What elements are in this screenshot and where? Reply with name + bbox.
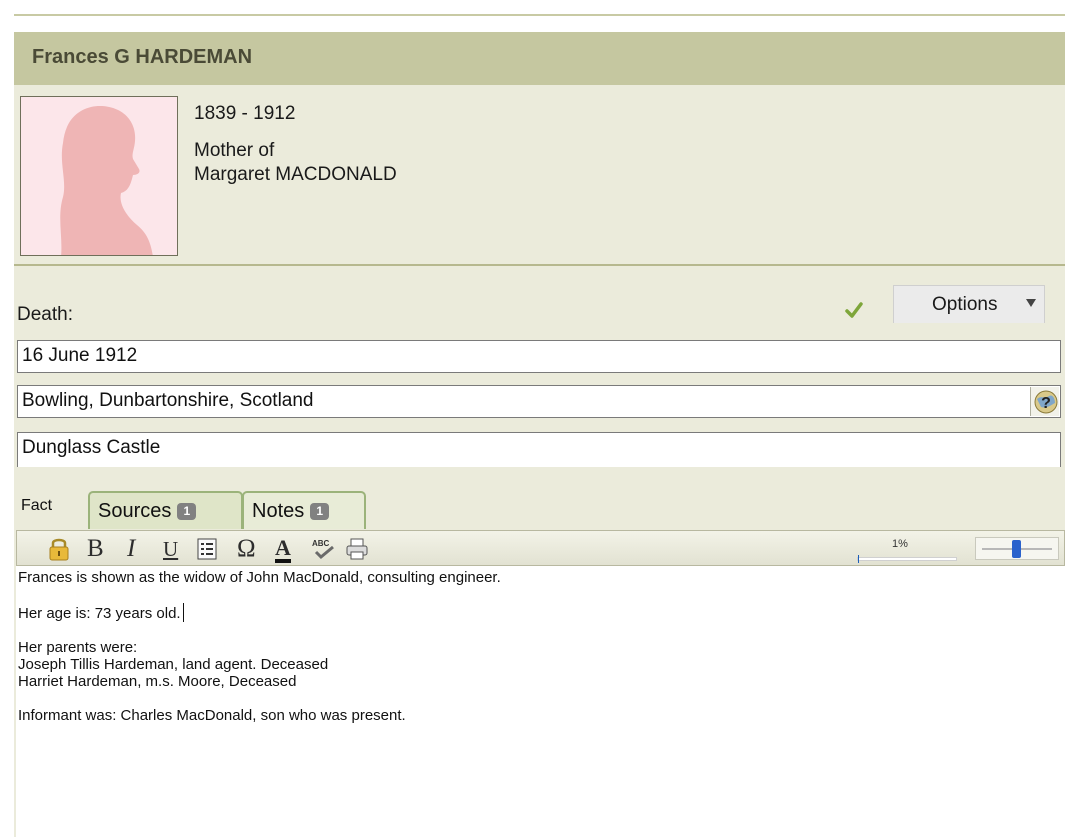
print-button[interactable]: [345, 536, 369, 562]
options-button[interactable]: Options: [893, 285, 1045, 323]
tab-fact[interactable]: Fact: [21, 497, 52, 515]
chevron-down-icon: [1026, 299, 1036, 307]
tab-notes[interactable]: Notes 1: [242, 491, 366, 529]
note-line: Joseph Tillis Hardeman, land agent. Dece…: [18, 656, 329, 673]
notes-editor[interactable]: Frances is shown as the widow of John Ma…: [16, 566, 1065, 837]
fact-place-value: Bowling, Dunbartonshire, Scotland: [22, 390, 314, 411]
zoom-progress-bar: [857, 555, 957, 563]
fact-place-field[interactable]: Bowling, Dunbartonshire, Scotland ?: [17, 385, 1061, 418]
note-line: Harriet Hardeman, m.s. Moore, Deceased: [18, 673, 297, 690]
spellcheck-icon: ABC: [312, 539, 334, 560]
spellcheck-button[interactable]: ABC: [311, 536, 337, 562]
person-photo-placeholder[interactable]: [20, 96, 178, 256]
female-silhouette-icon: [60, 106, 153, 255]
relation-person-link[interactable]: Margaret MACDONALD: [194, 163, 397, 187]
zoom-percentage: 1%: [892, 538, 908, 550]
fact-panel: Death: Options 16 June 1912 Bowling, Dun…: [14, 266, 1065, 837]
lock-button[interactable]: [47, 536, 71, 562]
font-color-button[interactable]: A: [275, 536, 291, 563]
person-info: 1839 - 1912 Mother of Margaret MACDONALD: [194, 102, 397, 187]
italic-button[interactable]: I: [127, 535, 135, 562]
fact-type-label: Death:: [17, 304, 73, 325]
formatting-toolbar: B I U Ω A ABC 1%: [16, 530, 1065, 566]
place-lookup-icon: ?: [1034, 390, 1058, 414]
top-divider: [14, 14, 1065, 16]
lock-icon: [49, 538, 69, 561]
svg-text:ABC: ABC: [312, 539, 330, 548]
notes-count-badge: 1: [310, 503, 330, 520]
text-cursor: [182, 603, 184, 622]
zoom-slider[interactable]: [975, 537, 1059, 560]
person-lifespan: 1839 - 1912: [194, 103, 296, 124]
tab-notes-label: Notes: [252, 500, 305, 522]
relation-label: Mother of: [194, 140, 275, 161]
check-icon: [845, 302, 863, 323]
place-lookup-button[interactable]: ?: [1030, 387, 1059, 416]
zoom-progress-fill: [858, 555, 859, 563]
printer-icon: [346, 538, 368, 560]
tab-strip: Fact Sources 1 Notes 1: [14, 485, 1065, 530]
note-paragraph: Her age is: 73 years old.: [18, 603, 1065, 622]
fact-date-field[interactable]: 16 June 1912: [17, 340, 1061, 373]
svg-text:?: ?: [1041, 395, 1051, 412]
tab-sources-label: Sources: [98, 500, 172, 522]
note-paragraph: Frances is shown as the widow of John Ma…: [18, 569, 501, 586]
tab-sources[interactable]: Sources 1: [88, 491, 243, 529]
bullet-list-icon: [197, 538, 217, 560]
note-line: Her parents were:: [18, 639, 138, 656]
bold-button[interactable]: B: [87, 535, 104, 562]
zoom-slider-thumb[interactable]: [1012, 540, 1021, 558]
note-paragraph: Informant was: Charles MacDonald, son wh…: [18, 707, 406, 724]
person-name: Frances G HARDEMAN: [14, 32, 1065, 85]
options-label: Options: [932, 294, 998, 315]
sources-count-badge: 1: [177, 503, 197, 520]
bullet-list-button[interactable]: [197, 536, 217, 562]
fact-description-field[interactable]: Dunglass Castle: [17, 432, 1061, 467]
underline-button[interactable]: U: [163, 536, 178, 562]
person-header: Frances G HARDEMAN 1839 - 1912 Mother of…: [14, 32, 1065, 264]
note-age-text: Her age is: 73 years old.: [18, 605, 181, 622]
special-character-button[interactable]: Ω: [237, 535, 256, 562]
